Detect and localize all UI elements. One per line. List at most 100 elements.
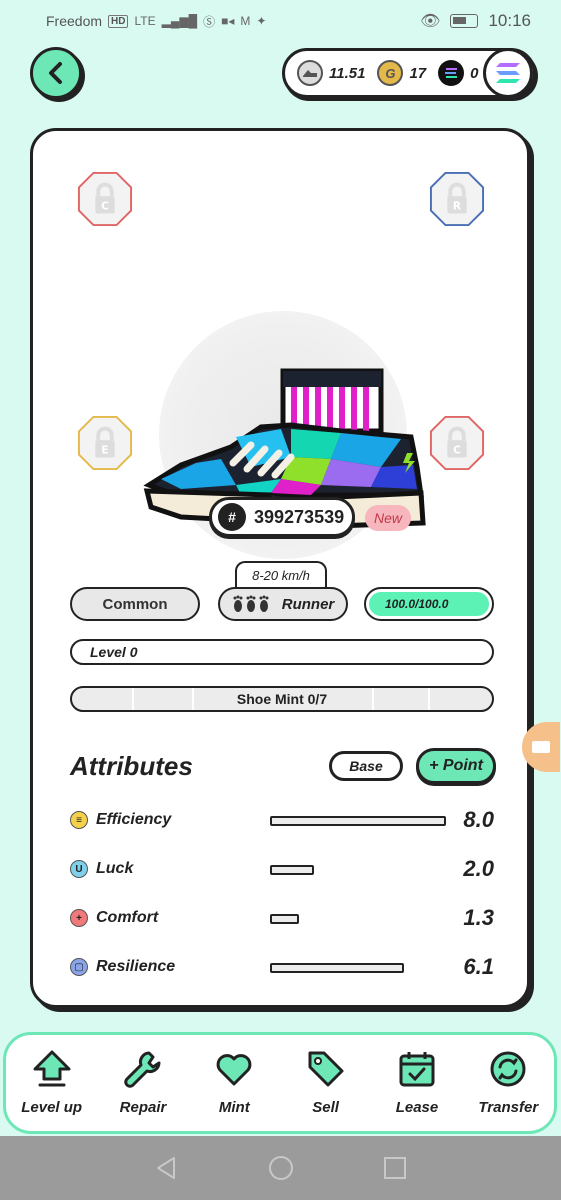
attribute-name: Efficiency — [96, 811, 172, 828]
gem-socket-top-right[interactable]: R — [429, 171, 485, 227]
sol-balance: 0 — [438, 60, 478, 86]
socket-letter: C — [101, 200, 109, 213]
sol-value: 0 — [470, 64, 479, 82]
video-icon: ■◂ — [221, 14, 235, 28]
action-label: Level up — [21, 1099, 83, 1116]
attribute-row-comfort: + Comfort 1.3 — [70, 903, 494, 933]
lock-icon: R — [429, 171, 485, 227]
attributes-title: Attributes — [70, 751, 193, 781]
status-bar: Freedom HD LTE ▂▄▆█ Ⓢ ■◂ M ✦ 👁 10:16 — [0, 0, 561, 42]
new-badge: New — [365, 505, 411, 531]
luck-icon: U — [70, 860, 88, 878]
action-label: Repair — [119, 1099, 167, 1116]
mint-button[interactable]: Mint — [194, 1049, 274, 1116]
signal-icon: ▂▄▆█ — [161, 14, 198, 28]
hash-icon: # — [218, 503, 246, 531]
attribute-row-luck: U Luck 2.0 — [70, 854, 494, 884]
comfort-icon: + — [70, 909, 88, 927]
transfer-icon — [490, 1051, 526, 1087]
sneaker-id[interactable]: # 399273539 — [209, 497, 355, 537]
efficiency-icon: ≡ — [70, 811, 88, 829]
chevron-left-icon — [49, 62, 62, 84]
mint-segment-divider — [132, 688, 134, 710]
gst-icon — [297, 60, 323, 86]
gem-socket-bottom-left[interactable]: E — [77, 415, 133, 471]
carrier-label: Freedom — [46, 13, 103, 29]
sell-button[interactable]: Sell — [286, 1049, 366, 1116]
attribute-value: 8.0 — [463, 807, 494, 832]
solana-icon — [496, 63, 520, 83]
level-label: Level 0 — [90, 644, 138, 660]
attribute-value: 6.1 — [463, 954, 494, 979]
transfer-button[interactable]: Transfer — [468, 1049, 548, 1116]
base-button[interactable]: Base — [329, 751, 403, 781]
ticket-icon — [532, 741, 550, 753]
shoe-mint-label: Shoe Mint 0/7 — [232, 691, 332, 707]
gem-socket-bottom-right[interactable]: C — [429, 415, 485, 471]
attribute-name: Resilience — [96, 958, 176, 975]
attribute-bar — [270, 816, 446, 826]
lte-signal-icon: LTE — [134, 14, 156, 28]
wallet-balances[interactable]: 11.51 G 17 0 — [282, 48, 536, 98]
battery-icon — [450, 14, 479, 28]
attribute-bar — [270, 914, 299, 924]
home-nav-icon[interactable] — [267, 1154, 295, 1182]
calendar-icon — [399, 1052, 435, 1087]
heart-icon — [216, 1054, 252, 1086]
durability-bar: 100.0/100.0 — [364, 587, 494, 621]
action-label: Transfer — [478, 1099, 539, 1116]
recents-nav-icon[interactable] — [382, 1155, 408, 1181]
wrench-icon — [124, 1051, 161, 1088]
attribute-row-resilience: ▢ Resilience 6.1 — [70, 952, 494, 982]
socket-letter: R — [453, 200, 461, 213]
system-nav-bar — [0, 1136, 561, 1200]
mint-segment-divider — [372, 688, 374, 710]
twitter-icon: ✦ — [256, 14, 267, 28]
s-icon: Ⓢ — [203, 14, 216, 29]
gmt-balance: G 17 — [377, 60, 426, 86]
tag-icon — [308, 1051, 344, 1087]
sneaker-card: C R E C # 399273539 New 8-20 km/h Common… — [30, 128, 530, 1008]
mint-segment-divider — [192, 688, 194, 710]
back-button[interactable] — [30, 47, 82, 99]
attribute-value: 2.0 — [463, 856, 494, 881]
lock-icon: E — [77, 415, 133, 471]
gmt-value: 17 — [409, 64, 427, 82]
add-point-button[interactable]: + Point — [416, 748, 496, 784]
lock-icon: C — [77, 171, 133, 227]
attribute-value: 1.3 — [463, 905, 494, 930]
action-label: Mint — [218, 1099, 250, 1116]
sol-icon — [438, 60, 465, 86]
attribute-name: Luck — [96, 860, 134, 877]
gmail-icon: M — [240, 14, 251, 28]
lock-icon: C — [429, 415, 485, 471]
gem-socket-top-left[interactable]: C — [77, 171, 133, 227]
resilience-icon: ▢ — [70, 958, 88, 976]
action-label: Lease — [395, 1099, 439, 1116]
footprints-icon — [233, 595, 269, 612]
attribute-bar — [270, 865, 314, 875]
hd-icon: HD — [108, 14, 129, 28]
shoe-mint-bar: Shoe Mint 0/7 — [70, 686, 494, 712]
type-label: Runner — [281, 595, 335, 613]
back-nav-icon[interactable] — [154, 1155, 180, 1181]
clock: 10:16 — [488, 11, 531, 30]
lease-button[interactable]: Lease — [377, 1049, 457, 1116]
durability-fill: 100.0/100.0 — [369, 592, 489, 616]
repair-button[interactable]: Repair — [103, 1049, 183, 1116]
socket-letter: C — [453, 444, 461, 457]
attribute-row-efficiency: ≡ Efficiency 8.0 — [70, 805, 494, 835]
gmt-icon: G — [377, 60, 404, 86]
attribute-name: Comfort — [96, 909, 159, 926]
durability-value: 100.0/100.0 — [385, 597, 449, 611]
level-up-button[interactable]: Level up — [12, 1049, 92, 1116]
action-bar: Level up Repair Mint Sell Lease Transfer — [3, 1032, 557, 1134]
level-bar: Level 0 — [70, 639, 494, 665]
solana-wallet-button[interactable] — [483, 48, 533, 98]
mint-segment-divider — [428, 688, 430, 710]
gst-balance: 11.51 — [297, 60, 365, 86]
gst-value: 11.51 — [329, 64, 366, 82]
attribute-bar — [270, 963, 404, 973]
type-pill: Runner — [218, 587, 348, 621]
socket-letter: E — [101, 444, 108, 457]
